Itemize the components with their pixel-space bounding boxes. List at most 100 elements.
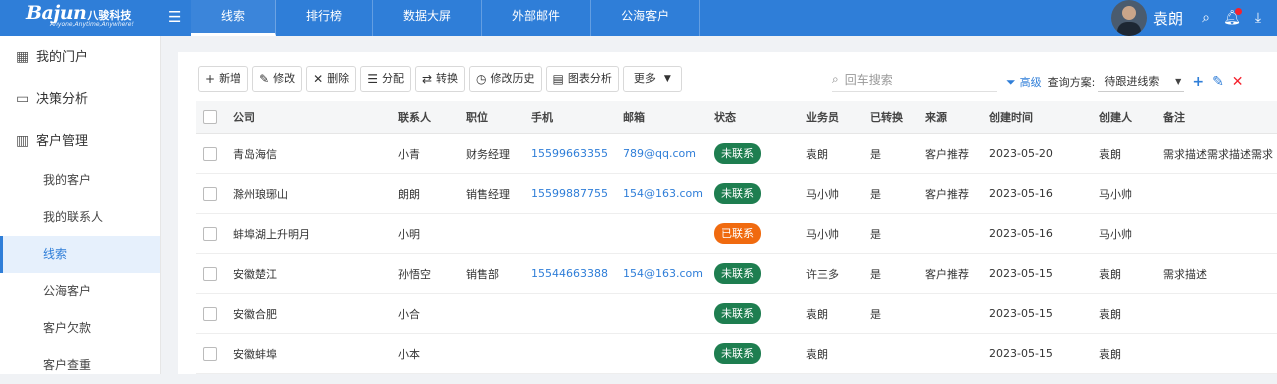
more-button[interactable]: 更多 ▼ bbox=[622, 66, 682, 92]
row-checkbox[interactable] bbox=[203, 186, 217, 201]
col-source[interactable]: 来源 bbox=[925, 109, 989, 125]
company-text: 蚌埠湖上升明月 bbox=[233, 227, 310, 241]
sidebar-item-my-customers[interactable]: 我的客户 bbox=[0, 162, 160, 199]
col-position[interactable]: 职位 bbox=[466, 109, 531, 125]
cell-created-time: 2023-05-15 bbox=[989, 347, 1099, 360]
search-input[interactable]: ⌕ 回车搜索 bbox=[832, 68, 997, 92]
nav-tab-dashboard[interactable]: 数据大屏 bbox=[373, 0, 483, 36]
source-text: 客户推荐 bbox=[925, 187, 969, 201]
edit-scheme-icon[interactable]: ✎ bbox=[1212, 74, 1224, 90]
add-scheme-icon[interactable]: + bbox=[1192, 74, 1204, 90]
row-checkbox[interactable] bbox=[203, 346, 217, 361]
cell-salesperson: 袁朗 bbox=[806, 306, 870, 322]
row-checkbox[interactable] bbox=[203, 266, 217, 281]
status-badge[interactable]: 已联系 bbox=[714, 223, 761, 244]
salesperson-text: 许三多 bbox=[806, 267, 839, 281]
cell-company: 安徽合肥 bbox=[233, 306, 398, 322]
convert-button[interactable]: ⇄ 转换 bbox=[414, 66, 466, 92]
col-phone[interactable]: 手机 bbox=[531, 109, 623, 125]
sidebar-group-customers[interactable]: ▥ 客户管理 bbox=[0, 120, 160, 162]
nav-tab-public-customers[interactable]: 公海客户 bbox=[591, 0, 701, 36]
status-badge[interactable]: 未联系 bbox=[714, 183, 761, 204]
phone-text[interactable]: 15599663355 bbox=[531, 147, 608, 160]
converted-text: 是 bbox=[870, 227, 881, 241]
col-created-time[interactable]: 创建时间 bbox=[989, 109, 1099, 125]
cell-phone: 15599887755 bbox=[531, 187, 623, 200]
creator-text: 马小帅 bbox=[1099, 227, 1132, 241]
search-icon[interactable]: ⌕ bbox=[1193, 10, 1219, 26]
logo-slogan: Anyone,Anytime,Anywhere! bbox=[50, 21, 134, 28]
status-badge[interactable]: 未联系 bbox=[714, 143, 761, 164]
edit-history-button[interactable]: ◷ 修改历史 bbox=[469, 66, 542, 92]
table-row[interactable]: 安徽楚江 孙悟空 销售部 15544663388 154@163.com 未联系 许三多 是 客… bbox=[196, 254, 1277, 294]
cell-status: 未联系 bbox=[714, 263, 806, 284]
sidebar-group-analysis[interactable]: ▭ 决策分析 bbox=[0, 78, 160, 120]
hamburger-menu-icon[interactable]: ☰ bbox=[168, 8, 181, 26]
row-checkbox[interactable] bbox=[203, 226, 217, 241]
status-badge[interactable]: 未联系 bbox=[714, 303, 761, 324]
sidebar-item-customer-dedupe[interactable]: 客户查重 bbox=[0, 347, 160, 384]
col-contact[interactable]: 联系人 bbox=[398, 109, 466, 125]
sidebar-item-customer-debt[interactable]: 客户欠款 bbox=[0, 310, 160, 347]
filter-icon[interactable]: ⏷ bbox=[1006, 75, 1016, 90]
top-bar: Bajun八骏科技 Anyone,Anytime,Anywhere! ☰ 线索 … bbox=[0, 0, 1277, 36]
sidebar-item-leads[interactable]: 线索 bbox=[0, 236, 160, 273]
cell-converted: 是 bbox=[870, 146, 925, 162]
notification-bell-icon[interactable]: 🔔︎ bbox=[1219, 8, 1245, 26]
phone-text[interactable]: 15599887755 bbox=[531, 187, 608, 200]
cell-converted: 是 bbox=[870, 226, 925, 242]
cell-salesperson: 马小帅 bbox=[806, 186, 870, 202]
note-text: 需求描述 bbox=[1163, 267, 1207, 281]
email-text[interactable]: 789@qq.com bbox=[623, 147, 696, 160]
assign-button[interactable]: ☰ 分配 bbox=[360, 66, 411, 92]
col-email[interactable]: 邮箱 bbox=[623, 109, 714, 125]
created-time-text: 2023-05-16 bbox=[989, 187, 1053, 200]
cell-salesperson: 袁朗 bbox=[806, 346, 870, 362]
table-row[interactable]: 青岛海信 小青 财务经理 15599663355 789@qq.com 未联系 袁朗 是 客户推… bbox=[196, 134, 1277, 174]
col-note[interactable]: 备注 bbox=[1163, 109, 1274, 125]
nav-tab-external-mail[interactable]: 外部邮件 bbox=[482, 0, 592, 36]
cell-company: 蚌埠湖上升明月 bbox=[233, 226, 398, 242]
add-button[interactable]: + 新增 bbox=[198, 66, 249, 92]
edit-button[interactable]: ✎ 修改 bbox=[252, 66, 303, 92]
status-badge[interactable]: 未联系 bbox=[714, 343, 761, 364]
email-text[interactable]: 154@163.com bbox=[623, 187, 703, 200]
query-scheme-select[interactable]: 待跟进线索 bbox=[1098, 72, 1185, 92]
created-time-text: 2023-05-15 bbox=[989, 267, 1053, 280]
download-icon[interactable]: ⤓ bbox=[1245, 10, 1271, 26]
table-row[interactable]: 安徽合肥 小合 未联系 袁朗 是 2023-05-15 袁朗 bbox=[196, 294, 1277, 334]
row-checkbox[interactable] bbox=[203, 306, 217, 321]
select-all-checkbox[interactable] bbox=[203, 110, 217, 124]
table-row[interactable]: 滁州琅琊山 朗朗 销售经理 15599887755 154@163.com 未联系 马小帅 是… bbox=[196, 174, 1277, 214]
sidebar-item-my-contacts[interactable]: 我的联系人 bbox=[0, 199, 160, 236]
col-converted[interactable]: 已转换 bbox=[870, 109, 925, 125]
col-creator[interactable]: 创建人 bbox=[1099, 109, 1163, 125]
row-checkbox[interactable] bbox=[203, 146, 217, 161]
email-text[interactable]: 154@163.com bbox=[623, 267, 703, 280]
col-salesperson[interactable]: 业务员 bbox=[806, 109, 870, 125]
avatar[interactable] bbox=[1110, 0, 1147, 36]
cell-converted: 是 bbox=[870, 266, 925, 282]
col-status[interactable]: 状态 bbox=[714, 109, 806, 125]
cell-converted: 是 bbox=[870, 186, 925, 202]
advanced-filter-link[interactable]: 高级 bbox=[1020, 74, 1042, 90]
sidebar-item-public-customers[interactable]: 公海客户 bbox=[0, 273, 160, 310]
delete-button[interactable]: ✕ 删除 bbox=[306, 66, 357, 92]
sidebar-group-portal[interactable]: ▦ 我的门户 bbox=[0, 36, 160, 78]
chart-analysis-button[interactable]: ▤ 图表分析 bbox=[545, 66, 619, 92]
cell-position: 销售经理 bbox=[466, 186, 531, 202]
sidebar: ▦ 我的门户 ▭ 决策分析 ▥ 客户管理 我的客户 我的联系人 线索 公海客户 客户欠… bbox=[0, 36, 161, 374]
nav-tab-ranking[interactable]: 排行榜 bbox=[276, 0, 374, 36]
table-row[interactable]: 蚌埠湖上升明月 小明 已联系 马小帅 是 2023-05-16 马小帅 bbox=[196, 214, 1277, 254]
user-name[interactable]: 袁朗 bbox=[1153, 8, 1183, 29]
salesperson-text: 马小帅 bbox=[806, 187, 839, 201]
nav-tab-leads[interactable]: 线索 bbox=[191, 0, 277, 36]
salesperson-text: 袁朗 bbox=[806, 307, 828, 321]
phone-text[interactable]: 15544663388 bbox=[531, 267, 608, 280]
delete-scheme-icon[interactable]: ✕ bbox=[1232, 74, 1244, 90]
col-company[interactable]: 公司 bbox=[233, 109, 398, 125]
cell-status: 已联系 bbox=[714, 223, 806, 244]
table-row[interactable]: 安徽蚌埠 小本 未联系 袁朗 2023-05-15 袁朗 bbox=[196, 334, 1277, 374]
cell-contact: 小青 bbox=[398, 146, 466, 162]
status-badge[interactable]: 未联系 bbox=[714, 263, 761, 284]
